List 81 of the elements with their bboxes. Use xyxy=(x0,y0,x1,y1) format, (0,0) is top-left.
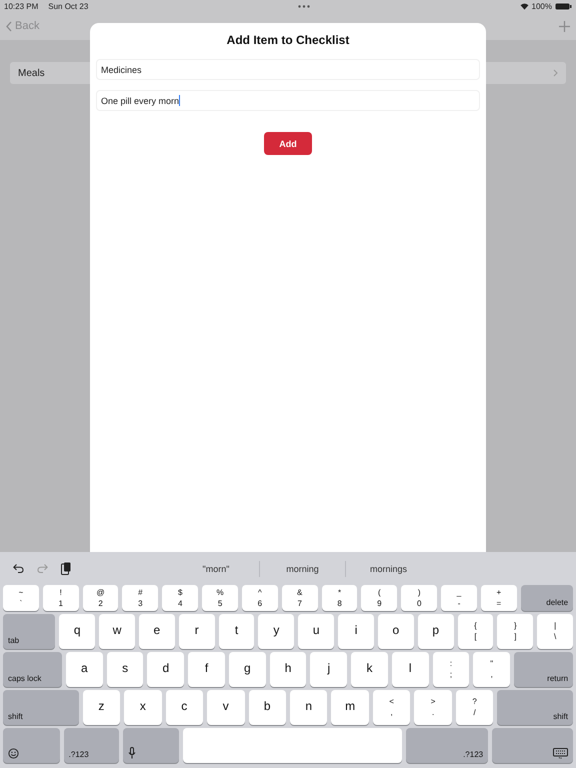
battery-icon xyxy=(555,2,572,10)
keyboard-key[interactable]: & 7 xyxy=(282,585,318,611)
keyboard-key[interactable]: z xyxy=(82,690,120,725)
keyboard-key[interactable]: tab xyxy=(3,614,56,649)
keyboard-key[interactable]: ^ 6 xyxy=(242,585,278,611)
hide-keyboard-key[interactable] xyxy=(492,728,573,763)
keyboard-key[interactable]: } ] xyxy=(497,614,534,649)
keyboard-key[interactable]: | \ xyxy=(537,614,574,649)
suggestion[interactable]: "morn" xyxy=(173,560,259,576)
keyboard-key[interactable]: @ 2 xyxy=(82,585,118,611)
microphone-icon xyxy=(128,747,136,759)
keyboard-key[interactable]: * 8 xyxy=(322,585,358,611)
undo-icon[interactable] xyxy=(13,564,24,573)
keyboard-key[interactable]: delete xyxy=(520,585,574,611)
keyboard-key[interactable]: y xyxy=(258,614,294,649)
keyboard-key[interactable]: w xyxy=(99,614,135,649)
status-time: 10:23 PM xyxy=(4,2,38,10)
input-field[interactable]: Medicines xyxy=(96,59,480,80)
keyboard-key[interactable]: v xyxy=(207,690,244,725)
chevron-right-icon xyxy=(553,69,558,77)
keyboard-key[interactable]: b xyxy=(248,690,286,725)
keyboard-key[interactable]: { [ xyxy=(458,614,494,649)
plus-icon[interactable] xyxy=(559,20,570,32)
keyboard-key[interactable]: n xyxy=(290,690,328,725)
keyboard-key[interactable]: e xyxy=(138,614,175,649)
keyboard-key[interactable]: a xyxy=(66,652,103,687)
dialog-title: Add Item to Checklist xyxy=(226,33,350,47)
chevron-left-icon xyxy=(6,20,12,32)
keyboard-key[interactable]: $ 4 xyxy=(162,585,198,611)
keyboard-key[interactable]: shift xyxy=(497,690,573,725)
emoji-icon xyxy=(8,748,19,759)
keyboard-key[interactable]: + = xyxy=(480,585,517,611)
keyboard-key[interactable]: caps lock xyxy=(3,652,62,687)
wifi-icon xyxy=(520,2,529,10)
keyboard-key[interactable]: g xyxy=(228,652,266,687)
keyboard-key[interactable]: ~ ` xyxy=(3,585,39,611)
keyboard-key[interactable]: s xyxy=(106,652,144,687)
keyboard-key[interactable]: .?123 xyxy=(406,728,488,763)
keyboard-key[interactable]: % 5 xyxy=(202,585,238,611)
keyboard-key[interactable]: c xyxy=(166,690,204,725)
keyboard-key[interactable]: o xyxy=(378,614,414,649)
keyboard-key[interactable]: m xyxy=(331,690,369,725)
suggestion[interactable]: morning xyxy=(259,560,345,576)
keyboard-key[interactable]: _ - xyxy=(441,585,477,611)
keyboard-key[interactable]: < , xyxy=(372,690,410,725)
keyboard-icon xyxy=(553,748,568,759)
redo-icon[interactable] xyxy=(37,564,48,573)
status-date: Sun Oct 23 xyxy=(48,2,88,10)
keyboard-key[interactable]: d xyxy=(147,652,184,687)
keyboard-key[interactable]: : ; xyxy=(432,652,470,687)
keyboard-key[interactable]: ! 1 xyxy=(42,585,79,611)
keyboard-key[interactable]: t xyxy=(218,614,254,649)
more-icon xyxy=(298,4,310,8)
dictation-key[interactable] xyxy=(123,728,180,763)
keyboard-key[interactable]: p xyxy=(418,614,454,649)
keyboard-key[interactable]: r xyxy=(178,614,215,649)
keyboard-key[interactable]: q xyxy=(59,614,96,649)
add-button[interactable]: Add xyxy=(264,132,312,155)
input-field[interactable]: One pill every morn xyxy=(96,90,480,111)
battery-percent: 100% xyxy=(532,2,552,10)
keyboard-key[interactable]: u xyxy=(298,614,334,649)
keyboard-key[interactable]: j xyxy=(310,652,348,687)
clipboard-icon[interactable] xyxy=(61,562,71,575)
keyboard-key[interactable]: f xyxy=(188,652,225,687)
emoji-key[interactable] xyxy=(3,728,60,763)
keyboard-key[interactable]: ( 9 xyxy=(361,585,398,611)
keyboard-key[interactable]: x xyxy=(124,690,162,725)
keyboard-key[interactable]: h xyxy=(270,652,306,687)
keyboard-key[interactable]: " , xyxy=(473,652,510,687)
keyboard-key[interactable]: .?123 xyxy=(64,728,120,763)
keyboard-key[interactable]: return xyxy=(514,652,574,687)
keyboard-key[interactable]: l xyxy=(392,652,429,687)
keyboard-key[interactable]: k xyxy=(351,652,388,687)
keyboard-key[interactable]: shift xyxy=(3,690,79,725)
keyboard-key[interactable]: ) 0 xyxy=(401,585,438,611)
keyboard-key[interactable]: # 3 xyxy=(122,585,158,611)
keyboard-key[interactable]: ? / xyxy=(456,690,494,725)
space-key[interactable] xyxy=(183,728,402,763)
keyboard-key[interactable]: > . xyxy=(414,690,452,725)
keyboard-key[interactable]: i xyxy=(338,614,374,649)
suggestion[interactable]: mornings xyxy=(345,560,431,576)
